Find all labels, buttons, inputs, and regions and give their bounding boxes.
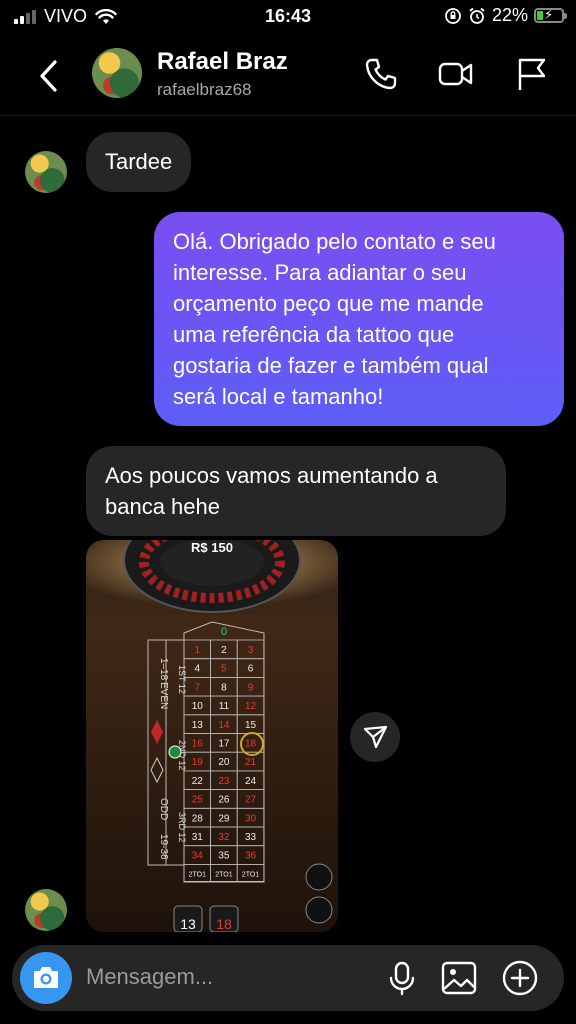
camera-button[interactable] [20,952,72,1004]
message-text: Tardee [105,149,173,174]
number-label: 30 [245,813,257,824]
battery-icon: ⚡ [534,7,567,23]
status-bar: VIVO 16:43 22% ⚡ [0,0,576,34]
number-label: 13 [192,720,204,731]
number-label: 32 [218,832,230,843]
message-line: será local e tamanho! [173,384,384,409]
status-right: 22% ⚡ [444,5,567,26]
number-label: 29 [218,813,230,824]
number-label: 16 [192,739,204,750]
battery-fill [537,11,543,20]
number-label: 4 [195,664,201,675]
shared-image[interactable]: R$ 150 0 1–18 EVEN ODD 19-36 1ST 12 2ND … [86,540,338,932]
number-label: 6 [248,664,254,675]
message-line: banca hehe [105,494,220,519]
number-label: 8 [221,682,227,693]
resize-icon [305,896,333,924]
number-label: 36 [245,851,257,862]
number-label: 34 [192,851,204,862]
message-composer: Mensagem... [12,945,564,1011]
number-label: 17 [218,739,230,750]
battery-percent: 22% [491,5,528,25]
number-label: 1 [195,645,201,656]
microphone-icon[interactable] [382,958,422,998]
number-label: 31 [192,832,204,843]
number-label: 18 [245,739,257,750]
number-label: 15 [245,720,257,731]
contact-username[interactable]: rafaelbraz68 [157,80,252,100]
number-label: 24 [245,776,257,787]
chip [168,745,182,759]
number-label: 11 [219,701,230,712]
number-label: 22 [192,776,204,787]
alarm-icon [469,7,485,24]
even-label: EVEN [158,682,169,709]
range-1-18-label: 1–18 [158,658,169,681]
refresh-icon [305,863,333,891]
zero-cell: 0 [221,626,227,638]
sender-avatar[interactable] [25,151,67,193]
back-arrow-icon[interactable] [34,56,64,96]
number-label: 2 [221,645,227,656]
message-line: Olá. Obrigado pelo contato e seu [173,229,496,254]
roulette-screenshot: R$ 150 0 1–18 EVEN ODD 19-36 1ST 12 2ND … [86,540,338,932]
bet-amount: R$ 150 [191,540,233,555]
number-label: 33 [245,832,257,843]
orientation-lock-icon [445,7,461,24]
number-label: 35 [218,851,230,862]
message-line: Aos poucos vamos aumentando a [105,463,438,488]
number-label: 12 [245,701,257,712]
message-line: interesse. Para adiantar o seu [173,260,467,285]
result-number: 13 [180,916,196,932]
column-bet-label: 2TO1 [215,871,232,878]
contact-name[interactable]: Rafael Braz [157,48,288,76]
contact-avatar[interactable] [92,48,142,98]
number-label: 3 [248,645,254,656]
number-label: 14 [218,720,230,731]
message-input[interactable]: Mensagem... [86,964,213,990]
column-bet-label: 2TO1 [242,871,259,878]
incoming-message-bubble[interactable]: Tardee [86,132,192,192]
number-label: 26 [218,795,230,806]
outgoing-message-bubble[interactable]: Olá. Obrigado pelo contato e seu interes… [154,212,564,426]
incoming-message-bubble[interactable]: Aos poucos vamos aumentando a banca hehe [86,446,506,536]
number-label: 10 [192,701,204,712]
column-bet-label: 2TO1 [189,871,206,878]
chat-header: Rafael Braz rafaelbraz68 [0,38,576,116]
add-plus-icon[interactable] [500,958,540,998]
number-label: 28 [192,813,204,824]
number-label: 21 [245,757,257,768]
odd-label: ODD [158,798,169,820]
number-label: 23 [218,776,230,787]
video-call-icon[interactable] [438,56,474,92]
flag-icon[interactable] [514,56,550,92]
result-number: 18 [216,916,232,932]
number-label: 5 [221,664,227,675]
number-label: 9 [248,682,254,693]
number-label: 7 [195,682,201,693]
camera-icon [34,967,58,988]
message-line: uma referência da tattoo que [173,322,455,347]
phone-call-icon[interactable] [363,56,399,92]
message-line: orçamento peço que me mande [173,291,484,316]
number-label: 20 [218,757,230,768]
number-label: 27 [245,795,257,806]
share-button[interactable] [350,712,400,762]
message-line: gostaria de fazer e também qual [173,353,489,378]
sender-avatar[interactable] [25,889,67,931]
gallery-icon[interactable] [439,958,479,998]
send-icon [363,725,388,749]
range-19-36-label: 19-36 [158,834,169,860]
dozen-1-label: 1ST 12 [177,665,187,694]
number-label: 19 [192,757,204,768]
number-label: 25 [192,795,204,806]
